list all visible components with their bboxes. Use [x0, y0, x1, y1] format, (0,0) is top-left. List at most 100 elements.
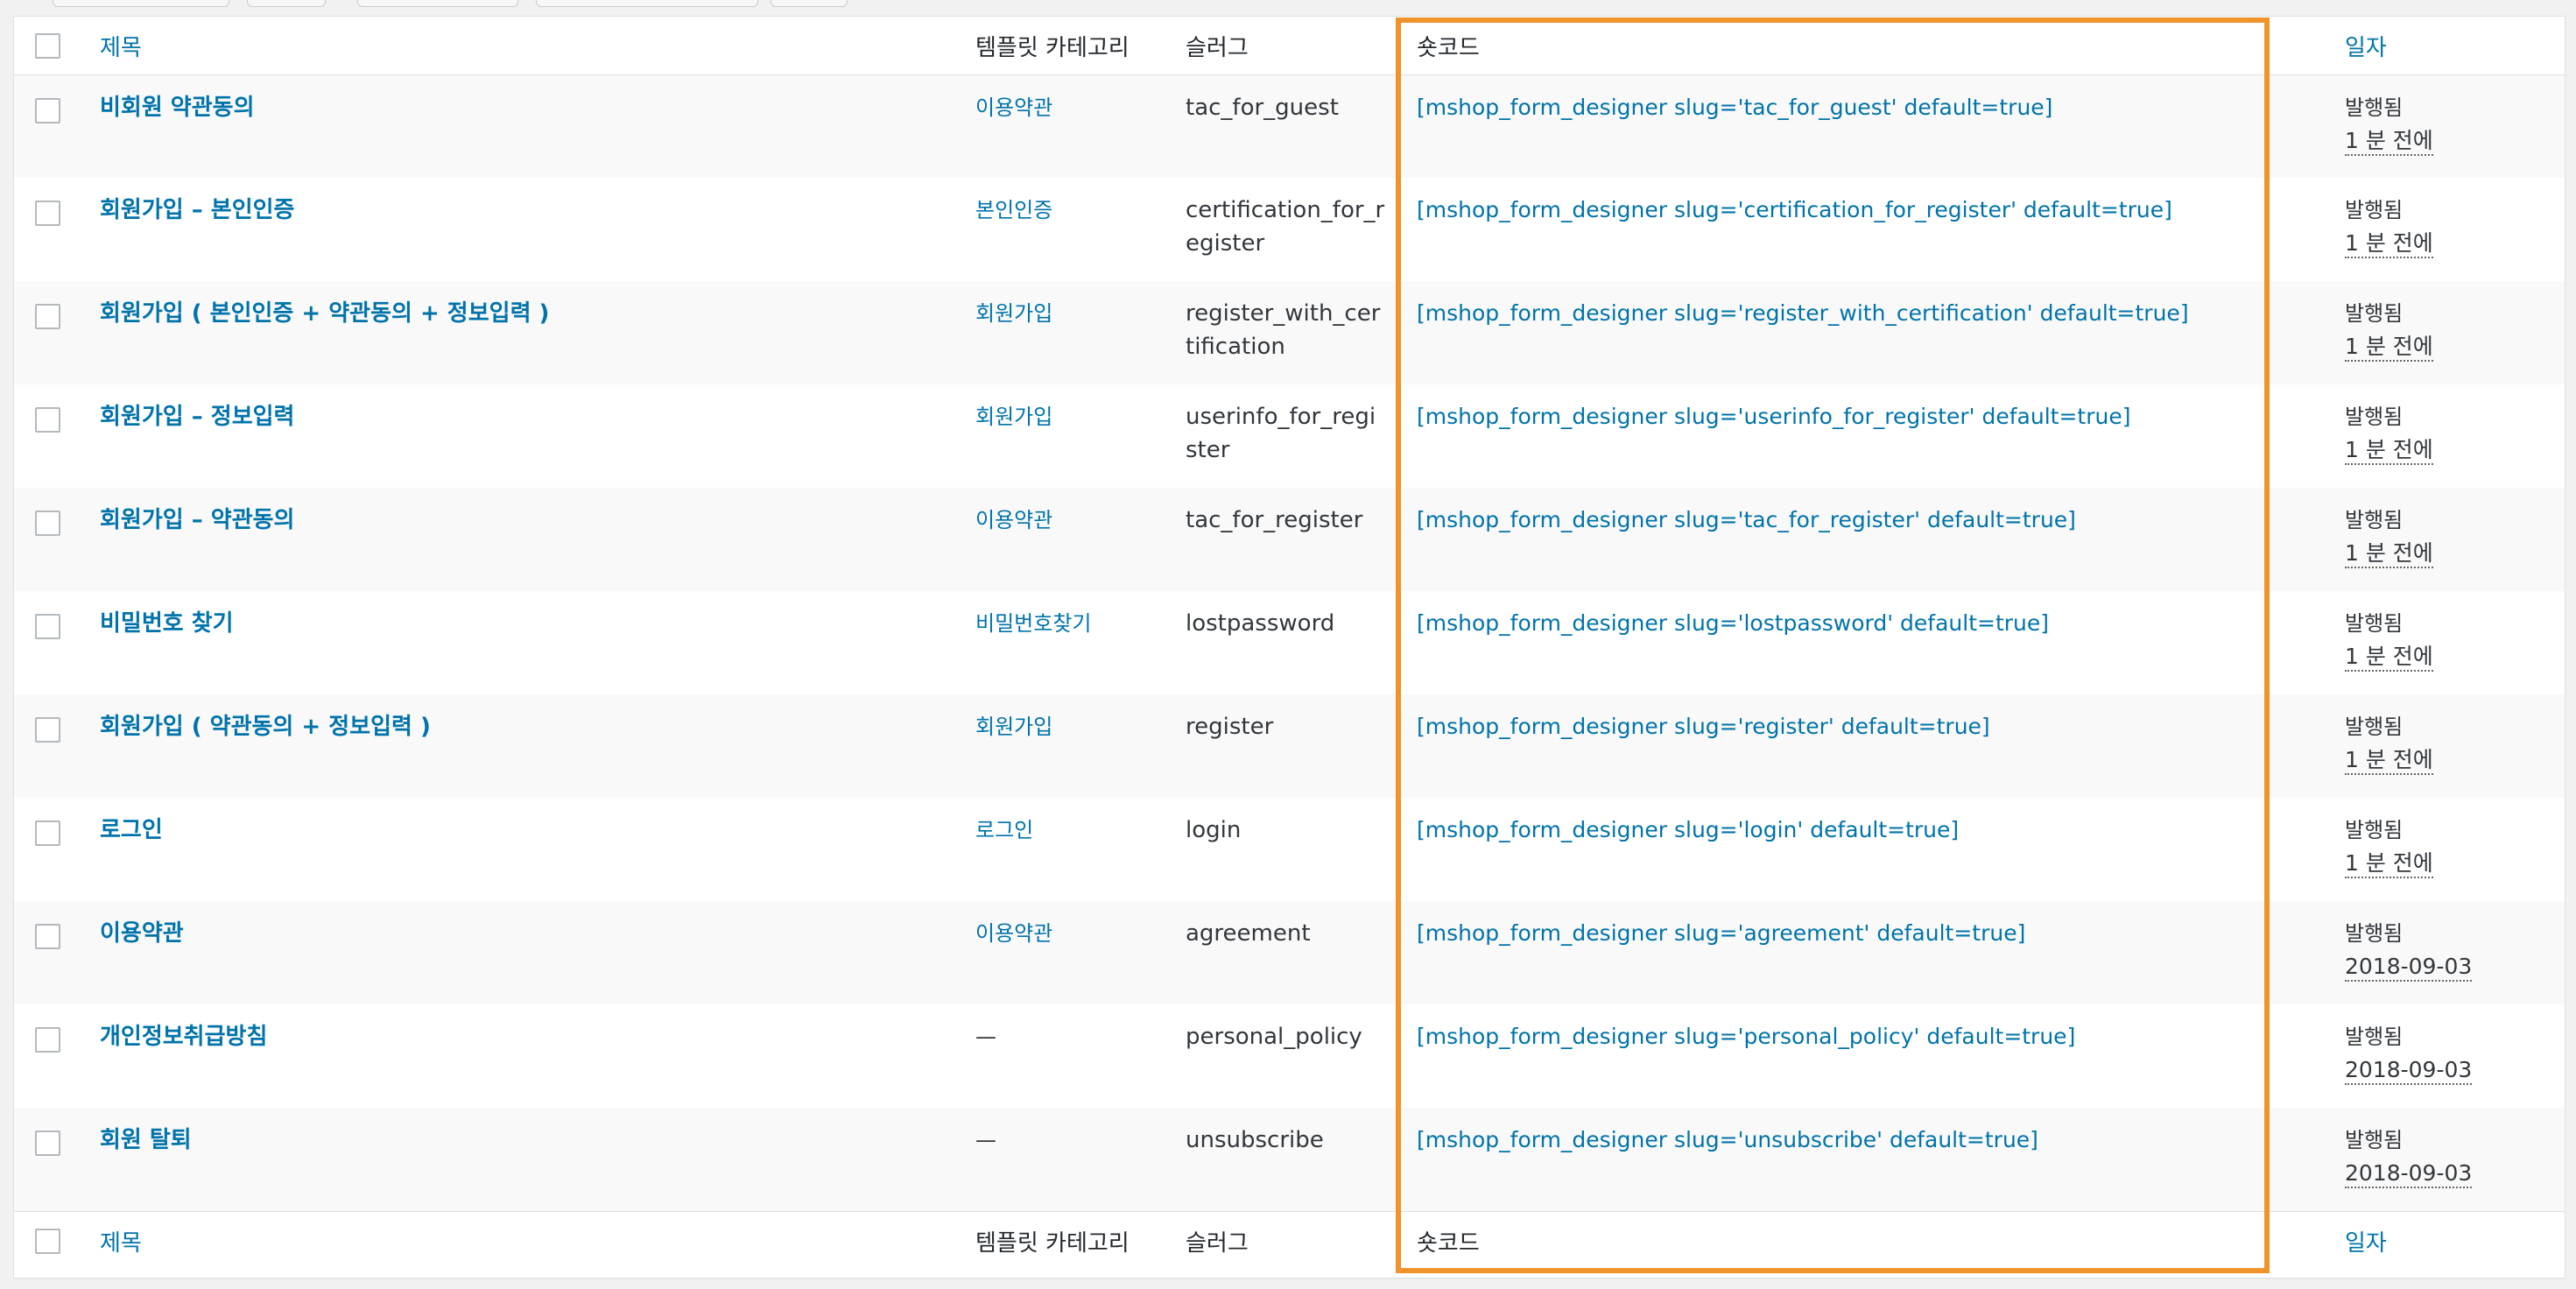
row-date: 1 분 전에 — [2345, 644, 2433, 672]
table-row: 회원가입 – 정보입력 회원가입 userinfo_for_register [… — [14, 384, 2565, 488]
row-date: 1 분 전에 — [2345, 540, 2433, 568]
column-footer-title[interactable]: 제목 — [100, 1210, 975, 1269]
row-checkbox[interactable] — [35, 511, 60, 536]
row-title-link[interactable]: 개인정보취급방침 — [100, 1024, 267, 1050]
row-status: 발행됨 — [2345, 611, 2404, 636]
row-date: 2018-09-03 — [2345, 1057, 2473, 1085]
column-footer-slug: 슬러그 — [1186, 1210, 1396, 1269]
column-header-slug: 슬러그 — [1186, 17, 1396, 75]
row-slug: agreement — [1186, 920, 1311, 947]
table-row: 회원가입 – 약관동의 이용약관 tac_for_register [mshop… — [14, 488, 2565, 591]
row-category-link[interactable]: 비밀번호찾기 — [975, 611, 1091, 636]
select-all-checkbox-footer[interactable] — [35, 1228, 60, 1254]
row-checkbox[interactable] — [35, 201, 60, 226]
column-header-shortcode: 숏코드 — [1396, 17, 2327, 75]
toolbar-select-stub[interactable] — [536, 0, 758, 7]
row-date: 2018-09-03 — [2345, 1160, 2473, 1188]
row-title-link[interactable]: 회원 탈퇴 — [100, 1127, 192, 1153]
row-category-link[interactable]: 이용약관 — [975, 508, 1052, 532]
row-shortcode[interactable]: [mshop_form_designer slug='register_with… — [1396, 281, 2327, 384]
row-title-link[interactable]: 회원가입 – 약관동의 — [100, 507, 294, 533]
row-title-link[interactable]: 이용약관 — [100, 920, 184, 947]
row-category-link[interactable]: 회원가입 — [975, 301, 1052, 326]
row-checkbox[interactable] — [35, 614, 60, 639]
row-status: 발행됨 — [2345, 405, 2404, 429]
row-checkbox[interactable] — [35, 717, 60, 743]
row-slug: unsubscribe — [1186, 1127, 1324, 1153]
row-category-link[interactable]: 본인인증 — [975, 198, 1052, 222]
table-row: 회원 탈퇴 — unsubscribe [mshop_form_designer… — [14, 1108, 2565, 1211]
row-slug: certification_for_register — [1186, 197, 1385, 257]
row-shortcode[interactable]: [mshop_form_designer slug='certification… — [1396, 178, 2327, 281]
row-slug: register_with_certification — [1186, 300, 1381, 360]
column-header-title[interactable]: 제목 — [100, 17, 975, 75]
row-title-link[interactable]: 비회원 약관동의 — [100, 95, 255, 121]
column-header-category: 템플릿 카테고리 — [975, 17, 1186, 75]
row-checkbox[interactable] — [35, 1027, 60, 1053]
row-shortcode[interactable]: [mshop_form_designer slug='tac_for_guest… — [1396, 74, 2327, 178]
row-slug: userinfo_for_register — [1186, 404, 1376, 463]
posts-list-table: 제목 템플릿 카테고리 슬러그 숏코드 일자 비회원 약관동의 이용약관 tac… — [13, 16, 2565, 1278]
row-checkbox[interactable] — [35, 924, 60, 949]
row-title-link[interactable]: 회원가입 – 정보입력 — [100, 404, 294, 430]
row-category-link[interactable]: 회원가입 — [975, 715, 1052, 739]
row-shortcode[interactable]: [mshop_form_designer slug='register' def… — [1396, 694, 2327, 798]
row-date: 1 분 전에 — [2345, 334, 2433, 362]
column-footer-shortcode: 숏코드 — [1396, 1210, 2327, 1269]
row-shortcode[interactable]: [mshop_form_designer slug='userinfo_for_… — [1396, 384, 2327, 488]
row-slug: personal_policy — [1186, 1024, 1362, 1050]
row-status: 발행됨 — [2345, 921, 2404, 946]
table-row: 개인정보취급방침 — personal_policy [mshop_form_d… — [14, 1004, 2565, 1108]
row-category-link[interactable]: 이용약관 — [975, 95, 1052, 120]
row-title-link[interactable]: 회원가입 ( 본인인증 + 약관동의 + 정보입력 ) — [100, 300, 549, 327]
row-category-link[interactable]: 로그인 — [975, 818, 1033, 842]
row-checkbox[interactable] — [35, 1131, 60, 1156]
column-footer-date[interactable]: 일자 — [2327, 1210, 2565, 1269]
toolbar-button-stub[interactable] — [247, 0, 326, 7]
row-status: 발행됨 — [2345, 95, 2404, 120]
row-shortcode[interactable]: [mshop_form_designer slug='lostpassword'… — [1396, 591, 2327, 694]
row-title-link[interactable]: 로그인 — [100, 817, 163, 843]
row-title-link[interactable]: 비밀번호 찾기 — [100, 610, 234, 637]
row-status: 발행됨 — [2345, 198, 2404, 222]
table-row: 비회원 약관동의 이용약관 tac_for_guest [mshop_form_… — [14, 74, 2565, 178]
row-shortcode[interactable]: [mshop_form_designer slug='unsubscribe' … — [1396, 1108, 2327, 1211]
row-date: 1 분 전에 — [2345, 128, 2433, 156]
toolbar-button-stub[interactable] — [771, 0, 848, 7]
row-slug: login — [1186, 817, 1242, 843]
row-category-link: — — [975, 1025, 996, 1049]
row-checkbox[interactable] — [35, 821, 60, 846]
toolbar-button-stub[interactable] — [53, 0, 229, 7]
row-status: 발행됨 — [2345, 818, 2404, 842]
row-date: 1 분 전에 — [2345, 230, 2433, 258]
table-row: 비밀번호 찾기 비밀번호찾기 lostpassword [mshop_form_… — [14, 591, 2565, 694]
row-checkbox[interactable] — [35, 97, 60, 123]
table-row: 회원가입 ( 본인인증 + 약관동의 + 정보입력 ) 회원가입 registe… — [14, 281, 2565, 384]
row-shortcode[interactable]: [mshop_form_designer slug='agreement' de… — [1396, 901, 2327, 1004]
row-title-link[interactable]: 회원가입 ( 약관동의 + 정보입력 ) — [100, 714, 431, 740]
row-title-link[interactable]: 회원가입 – 본인인증 — [100, 197, 294, 223]
row-slug: tac_for_guest — [1186, 94, 1339, 121]
row-slug: tac_for_register — [1186, 507, 1363, 533]
table-row: 로그인 로그인 login [mshop_form_designer slug=… — [14, 798, 2565, 901]
select-all-checkbox[interactable] — [35, 33, 60, 59]
row-category-link[interactable]: 이용약관 — [975, 921, 1052, 946]
row-slug: lostpassword — [1186, 610, 1335, 637]
row-shortcode[interactable]: [mshop_form_designer slug='login' defaul… — [1396, 798, 2327, 901]
row-date: 1 분 전에 — [2345, 437, 2433, 465]
column-header-date[interactable]: 일자 — [2327, 17, 2565, 75]
column-footer-category: 템플릿 카테고리 — [975, 1210, 1186, 1269]
row-category-link[interactable]: 회원가입 — [975, 405, 1052, 429]
toolbar-select-stub[interactable] — [357, 0, 518, 7]
row-shortcode[interactable]: [mshop_form_designer slug='personal_poli… — [1396, 1004, 2327, 1108]
row-checkbox[interactable] — [35, 407, 60, 433]
row-status: 발행됨 — [2345, 301, 2404, 326]
row-status: 발행됨 — [2345, 1025, 2404, 1049]
table-footer-row: 제목 템플릿 카테고리 슬러그 숏코드 일자 — [14, 1210, 2565, 1269]
row-checkbox[interactable] — [35, 304, 60, 329]
row-category-link: — — [975, 1128, 996, 1152]
table-row: 회원가입 ( 약관동의 + 정보입력 ) 회원가입 register [msho… — [14, 694, 2565, 798]
row-slug: register — [1186, 714, 1274, 740]
row-shortcode[interactable]: [mshop_form_designer slug='tac_for_regis… — [1396, 488, 2327, 591]
row-status: 발행됨 — [2345, 508, 2404, 532]
